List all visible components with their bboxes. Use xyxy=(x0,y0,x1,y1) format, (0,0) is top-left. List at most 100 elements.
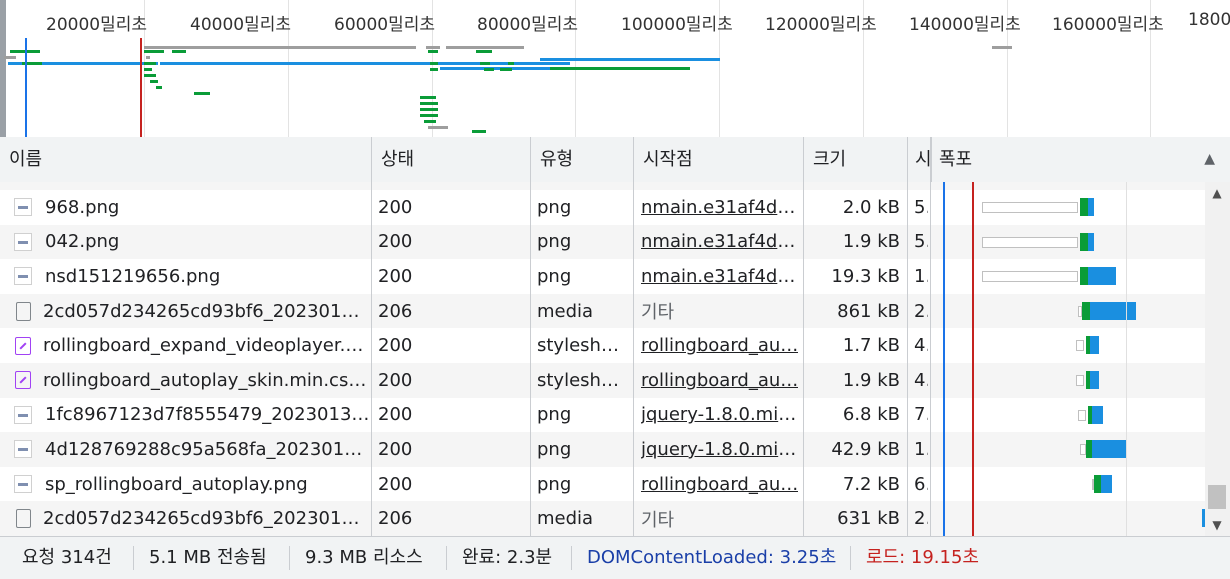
scroll-down-arrow-icon[interactable]: ▼ xyxy=(1207,514,1227,536)
initiator-link[interactable]: nmain.e31af4db… xyxy=(641,231,799,252)
request-name: 042.png xyxy=(45,231,120,253)
initiator-link[interactable]: rollingboard_au… xyxy=(641,335,798,356)
column-header-name[interactable]: 이름 xyxy=(0,137,372,182)
request-name: rollingboard_autoplay_skin.min.css… xyxy=(43,369,370,391)
scrollbar-thumb[interactable] xyxy=(1208,485,1226,509)
request-initiator[interactable]: nmain.e31af4db… xyxy=(641,190,799,225)
table-row[interactable]: 2cd057d234265cd93bf6_20230130… 206 media 기타… xyxy=(0,293,1205,329)
transferred-size: 5.1 MB 전송됨 xyxy=(149,547,267,568)
table-row[interactable]: 2cd057d234265cd93bf6_20230130… 206 media 기타… xyxy=(0,501,1205,536)
overview-request-bar xyxy=(550,67,690,70)
request-initiator[interactable]: jquery-1.8.0.min… xyxy=(641,432,799,467)
column-divider xyxy=(371,182,372,536)
load-time: 로드: 19.15초 xyxy=(866,547,979,568)
status-code: 206 xyxy=(378,300,413,322)
request-initiator[interactable]: jquery-1.8.0.min… xyxy=(641,398,799,433)
request-time: 5. xyxy=(914,190,928,225)
image-file-icon xyxy=(14,267,32,286)
column-header-initiator[interactable]: 시작점 xyxy=(634,137,804,182)
request-name-cell[interactable]: nsd151219656.png xyxy=(14,259,370,294)
time-value: 2. xyxy=(914,508,928,530)
overview-request-bar xyxy=(144,50,164,53)
initiator-link[interactable]: nmain.e31af4db… xyxy=(641,197,799,218)
resource-type: png xyxy=(537,265,572,287)
waterfall-download-bar xyxy=(1090,301,1136,320)
scroll-up-arrow-icon[interactable]: ▲ xyxy=(1207,182,1227,204)
request-time: 7. xyxy=(914,398,928,433)
column-header-waterfall[interactable]: 폭포 ▲ xyxy=(931,137,1230,182)
overview-request-bar xyxy=(480,62,490,65)
request-size: 19.3 kB xyxy=(806,259,900,294)
table-row[interactable]: 042.png 200 png nmain.e31af4db… 1.9 kB 5. xyxy=(0,224,1205,260)
request-status: 206 xyxy=(378,294,526,329)
column-header-status[interactable]: 상태 xyxy=(372,137,531,182)
request-time: 1. xyxy=(914,432,928,467)
request-name-cell[interactable]: rollingboard_expand_videoplayer.… xyxy=(14,328,370,363)
request-initiator[interactable]: nmain.e31af4db… xyxy=(641,225,799,260)
image-file-icon xyxy=(14,440,32,459)
column-header-waterfall-label: 폭포 xyxy=(939,149,973,170)
request-name: 968.png xyxy=(45,196,120,218)
table-row[interactable]: sp_rollingboard_autoplay.png 200 png rollin… xyxy=(0,466,1205,502)
overview-request-bar xyxy=(426,46,440,49)
waterfall-download-bar xyxy=(1090,371,1099,389)
request-size: 1.9 kB xyxy=(806,225,900,260)
network-overview[interactable]: 20000밀리초 40000밀리초 60000밀리초 80000밀리초 100000밀리… xyxy=(0,0,1230,138)
table-row[interactable]: rollingboard_autoplay_skin.min.css… 200 st… xyxy=(0,363,1205,398)
request-status: 200 xyxy=(378,328,526,363)
column-header-size[interactable]: 크기 xyxy=(804,137,908,182)
request-name-cell[interactable]: 2cd057d234265cd93bf6_20230130… xyxy=(14,294,370,329)
request-name-cell[interactable]: 968.png xyxy=(14,190,370,225)
vertical-scrollbar[interactable] xyxy=(1205,182,1230,536)
overview-request-bar xyxy=(446,46,524,49)
column-header-name-label: 이름 xyxy=(9,149,43,170)
request-name-cell[interactable]: 1fc8967123d7f8555479_20230130… xyxy=(14,398,370,433)
table-row[interactable]: 4d128769288c95a568fa_20230130… 200 png jque… xyxy=(0,432,1205,467)
request-table-header: 이름 상태 유형 시작점 크기 시 폭포 ▲ xyxy=(0,137,1230,183)
overview-request-bar xyxy=(194,92,210,95)
overview-dom-content-loaded-marker xyxy=(25,38,27,137)
waterfall-queue-bar xyxy=(1078,409,1086,421)
column-divider xyxy=(530,182,531,536)
table-row[interactable]: 968.png 200 png nmain.e31af4db… 2.0 kB 5. xyxy=(0,190,1205,225)
request-initiator[interactable]: rollingboard_au… xyxy=(641,363,799,398)
initiator-link[interactable]: nmain.e31af4db… xyxy=(641,266,799,287)
initiator-link[interactable]: jquery-1.8.0.min… xyxy=(641,439,799,460)
waterfall-download-bar xyxy=(1092,405,1103,424)
overview-request-bar xyxy=(484,68,494,71)
time-value: 1. xyxy=(914,265,928,287)
summary-divider xyxy=(446,546,447,570)
request-name-cell[interactable]: 2cd057d234265cd93bf6_20230130… xyxy=(14,501,370,536)
resource-type: png xyxy=(537,231,572,253)
request-name-cell[interactable]: sp_rollingboard_autoplay.png xyxy=(14,467,370,502)
initiator-link[interactable]: rollingboard_au… xyxy=(641,370,798,391)
status-code: 200 xyxy=(378,265,413,287)
request-initiator[interactable]: nmain.e31af4db… xyxy=(641,259,799,294)
overview-request-bar xyxy=(146,56,150,59)
column-header-type[interactable]: 유형 xyxy=(531,137,634,182)
table-row[interactable] xyxy=(0,182,1205,190)
column-divider xyxy=(907,182,908,536)
overview-request-bar xyxy=(424,120,436,123)
column-header-time[interactable]: 시 xyxy=(908,137,931,182)
request-initiator[interactable]: rollingboard_au… xyxy=(641,467,799,502)
overview-request-bar xyxy=(992,46,1012,49)
request-size: 2.0 kB xyxy=(806,190,900,225)
overview-request-bar xyxy=(508,62,514,65)
initiator-link[interactable]: jquery-1.8.0.min… xyxy=(641,404,799,425)
request-name-cell[interactable]: 4d128769288c95a568fa_20230130… xyxy=(14,432,370,467)
waterfall-download-bar xyxy=(1088,198,1094,216)
request-name-cell[interactable]: 042.png xyxy=(14,225,370,260)
request-time: 4. xyxy=(914,328,928,363)
table-row[interactable]: 1fc8967123d7f8555479_20230130… 200 png jque… xyxy=(0,397,1205,433)
request-name-cell[interactable]: rollingboard_autoplay_skin.min.css… xyxy=(14,363,370,398)
request-table-body[interactable]: 968.png 200 png nmain.e31af4db… 2.0 kB 5. 042.… xyxy=(0,182,1230,536)
table-row[interactable]: rollingboard_expand_videoplayer.… 200 styl… xyxy=(0,328,1205,363)
resource-type: media xyxy=(537,300,594,322)
request-status: 206 xyxy=(378,501,526,536)
overview-request-bar xyxy=(200,46,416,49)
request-status: 200 xyxy=(378,432,526,467)
table-row[interactable]: nsd151219656.png 200 png nmain.e31af4db… 19.… xyxy=(0,259,1205,294)
initiator-link[interactable]: rollingboard_au… xyxy=(641,474,798,495)
request-initiator[interactable]: rollingboard_au… xyxy=(641,328,799,363)
